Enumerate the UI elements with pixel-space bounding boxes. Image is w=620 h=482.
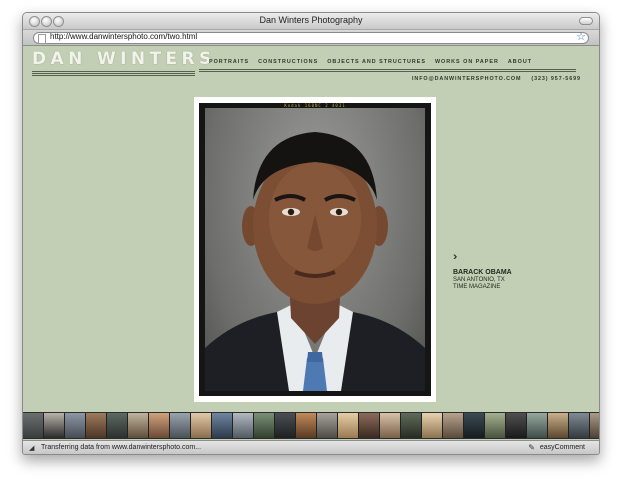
- site-logo[interactable]: DAN WINTERS: [32, 49, 216, 69]
- caption-publication: TIME MAGAZINE: [453, 284, 501, 290]
- loading-icon: ◢: [29, 445, 35, 452]
- thumbnail[interactable]: [212, 413, 233, 438]
- thumbnail-strip: [23, 412, 599, 439]
- thumbnail[interactable]: [506, 413, 527, 438]
- nav-works-on-paper[interactable]: WORKS ON PAPER: [435, 59, 499, 65]
- document-icon: [38, 34, 46, 44]
- browser-window: Dan Winters Photography http://www.danwi…: [22, 12, 600, 455]
- star-icon[interactable]: ☆: [576, 30, 586, 43]
- main-nav: PORTRAITS CONSTRUCTIONS OBJECTS AND STRU…: [209, 59, 532, 65]
- thumbnail[interactable]: [170, 413, 191, 438]
- thumbnail[interactable]: [359, 413, 380, 438]
- chevron-double-right-icon[interactable]: ››: [453, 252, 553, 263]
- url-text[interactable]: http://www.danwintersphoto.com/two.html: [50, 32, 197, 41]
- portrait-illustration: [205, 132, 425, 391]
- nav-objects-and-structures[interactable]: OBJECTS AND STRUCTURES: [327, 59, 426, 65]
- thumbnail[interactable]: [275, 413, 296, 438]
- caption-name: BARACK OBAMA: [453, 269, 512, 276]
- thumbnail[interactable]: [338, 413, 359, 438]
- thumbnail[interactable]: [422, 413, 443, 438]
- title-bar: Dan Winters Photography: [23, 13, 599, 30]
- thumbnail[interactable]: [65, 413, 86, 438]
- thumbnail[interactable]: [149, 413, 170, 438]
- thumbnail[interactable]: [191, 413, 212, 438]
- contact-info: INFO@DANWINTERSPHOTO.COM (323) 957-5699: [412, 76, 581, 82]
- thumbnail[interactable]: [23, 413, 44, 438]
- thumbnail[interactable]: [233, 413, 254, 438]
- easycomment-extension[interactable]: easyComment: [540, 444, 585, 451]
- thumbnail[interactable]: [254, 413, 275, 438]
- thumbnail[interactable]: [527, 413, 548, 438]
- nav-portraits[interactable]: PORTRAITS: [209, 59, 249, 65]
- thumbnail[interactable]: [548, 413, 569, 438]
- photo-caption: ›› BARACK OBAMA SAN ANTONIO, TX TIME MAG…: [453, 252, 553, 291]
- header-rule: [199, 69, 576, 73]
- thumbnail[interactable]: [296, 413, 317, 438]
- thumbnail[interactable]: [485, 413, 506, 438]
- extension-icon[interactable]: ✎: [528, 443, 535, 452]
- thumbnail[interactable]: [569, 413, 590, 438]
- nav-constructions[interactable]: CONSTRUCTIONS: [258, 59, 318, 65]
- contact-email[interactable]: INFO@DANWINTERSPHOTO.COM: [412, 76, 521, 82]
- window-title: Dan Winters Photography: [259, 15, 363, 25]
- url-field[interactable]: http://www.danwintersphoto.com/two.html …: [33, 30, 589, 44]
- contact-phone: (323) 957-5699: [531, 76, 581, 82]
- page-content: DAN WINTERS PORTRAITS CONSTRUCTIONS OBJE…: [23, 46, 599, 410]
- thumbnail[interactable]: [44, 413, 65, 438]
- logo-rules: [32, 71, 195, 77]
- thumbnail[interactable]: [317, 413, 338, 438]
- thumbnail[interactable]: [443, 413, 464, 438]
- nav-about[interactable]: ABOUT: [508, 59, 532, 65]
- thumbnail[interactable]: [401, 413, 422, 438]
- status-text: Transferring data from www.danwinterspho…: [41, 444, 202, 451]
- address-bar: http://www.danwintersphoto.com/two.html …: [23, 30, 599, 46]
- thumbnail[interactable]: [86, 413, 107, 438]
- toolbar-toggle-button[interactable]: [579, 17, 593, 25]
- thumbnail[interactable]: [380, 413, 401, 438]
- status-bar: ◢ Transferring data from www.danwintersp…: [23, 440, 599, 454]
- caption-location: SAN ANTONIO, TX: [453, 277, 505, 283]
- featured-photo[interactable]: Kodak 160NC 2 4031: [199, 103, 431, 396]
- thumbnail[interactable]: [590, 413, 599, 438]
- featured-photo-frame: Kodak 160NC 2 4031: [194, 97, 436, 402]
- thumbnail[interactable]: [107, 413, 128, 438]
- thumbnail[interactable]: [464, 413, 485, 438]
- thumbnail[interactable]: [128, 413, 149, 438]
